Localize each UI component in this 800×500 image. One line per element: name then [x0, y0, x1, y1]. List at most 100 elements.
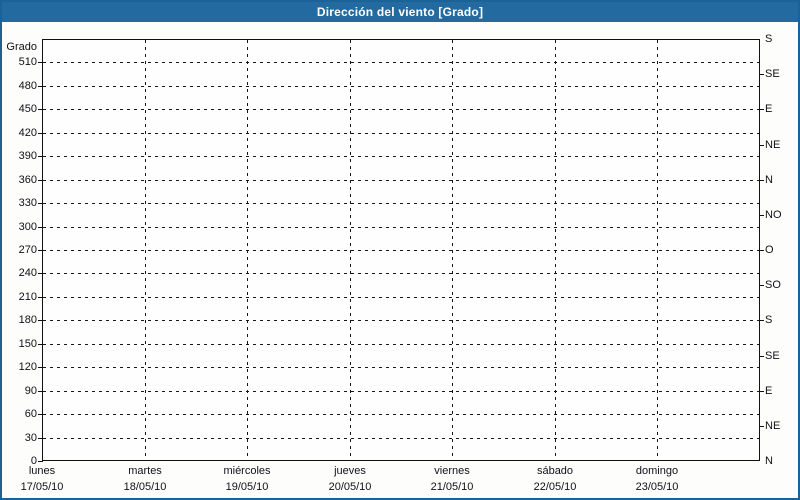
y-gridline [43, 438, 759, 439]
y-gridline [43, 414, 759, 415]
y-tick-label: 450 [2, 103, 37, 115]
x-date-label: 18/05/10 [124, 481, 167, 494]
compass-tick [759, 145, 764, 146]
compass-tick [759, 356, 764, 357]
x-gridline [555, 40, 556, 460]
y-gridline [43, 367, 759, 368]
y-axis-tick [38, 156, 43, 157]
y-axis-tick [38, 62, 43, 63]
y-tick-label: 390 [2, 150, 37, 162]
x-date-label: 23/05/10 [636, 481, 679, 494]
x-gridline [657, 40, 658, 460]
compass-label: SO [765, 279, 781, 291]
y-tick-label: 330 [2, 197, 37, 209]
compass-label: O [765, 244, 774, 256]
y-tick-label: 300 [2, 221, 37, 233]
y-tick-label: 480 [2, 80, 37, 92]
y-gridline [43, 297, 759, 298]
y-tick-label: 270 [2, 244, 37, 256]
y-gridline [43, 391, 759, 392]
y-gridline [43, 273, 759, 274]
compass-label: SE [765, 68, 780, 80]
y-tick-label: 180 [2, 314, 37, 326]
compass-label: E [765, 103, 772, 115]
x-date-label: 17/05/10 [21, 481, 64, 494]
y-tick-label: 420 [2, 127, 37, 139]
x-gridline [145, 40, 146, 460]
y-axis-tick [38, 180, 43, 181]
y-axis-tick [38, 109, 43, 110]
y-axis-tick [38, 86, 43, 87]
y-axis-tick [38, 414, 43, 415]
y-axis-tick [38, 227, 43, 228]
y-axis-tick [38, 344, 43, 345]
compass-tick [759, 391, 764, 392]
x-day-label: domingo [636, 465, 678, 478]
x-day-label: miércoles [223, 465, 270, 478]
y-gridline [43, 133, 759, 134]
x-date-label: 20/05/10 [329, 481, 372, 494]
y-axis-tick [38, 273, 43, 274]
compass-tick [759, 250, 764, 251]
y-gridline [43, 109, 759, 110]
x-gridline [247, 40, 248, 460]
y-gridline [43, 203, 759, 204]
y-tick-label: 360 [2, 174, 37, 186]
y-gridline [43, 320, 759, 321]
y-tick-label: 90 [2, 385, 37, 397]
y-axis-unit-label: Grado [2, 41, 37, 53]
y-axis-tick [38, 203, 43, 204]
y-tick-label: 210 [2, 291, 37, 303]
x-date-label: 21/05/10 [431, 481, 474, 494]
x-date-label: 19/05/10 [226, 481, 269, 494]
compass-label: E [765, 385, 772, 397]
compass-tick [759, 285, 764, 286]
x-day-label: viernes [434, 465, 469, 478]
compass-label: NE [765, 420, 780, 432]
y-gridline [43, 180, 759, 181]
compass-label: SE [765, 350, 780, 362]
compass-label: S [765, 33, 772, 45]
compass-label: N [765, 455, 773, 467]
y-gridline [43, 86, 759, 87]
y-axis-tick [38, 367, 43, 368]
compass-label: N [765, 174, 773, 186]
compass-label: S [765, 314, 772, 326]
title-bar: Dirección del viento [Grado] [2, 2, 798, 22]
y-axis-tick [38, 133, 43, 134]
y-axis-tick [38, 297, 43, 298]
y-axis-tick [38, 438, 43, 439]
compass-tick [759, 74, 764, 75]
x-day-label: martes [128, 465, 162, 478]
y-tick-label: 120 [2, 361, 37, 373]
x-day-label: lunes [29, 465, 55, 478]
y-axis-tick [38, 320, 43, 321]
x-gridline [452, 40, 453, 460]
x-day-label: sábado [537, 465, 573, 478]
y-axis-tick [38, 391, 43, 392]
y-tick-label: 240 [2, 267, 37, 279]
compass-tick [759, 215, 764, 216]
x-date-label: 22/05/10 [534, 481, 577, 494]
y-gridline [43, 156, 759, 157]
y-gridline [43, 344, 759, 345]
chart-title: Dirección del viento [Grado] [2, 2, 798, 22]
y-axis-tick [38, 461, 43, 462]
y-gridline [43, 227, 759, 228]
y-tick-label: 510 [2, 56, 37, 68]
compass-tick [759, 109, 764, 110]
compass-tick [759, 180, 764, 181]
x-gridline [350, 40, 351, 460]
compass-label: NE [765, 139, 780, 151]
compass-label: NO [765, 209, 782, 221]
x-day-label: jueves [334, 465, 366, 478]
compass-tick [759, 320, 764, 321]
y-gridline [43, 62, 759, 63]
y-axis-tick [38, 250, 43, 251]
y-gridline [43, 250, 759, 251]
y-tick-label: 30 [2, 432, 37, 444]
compass-tick [759, 426, 764, 427]
window-frame: Dirección del viento [Grado] Grado 03060… [0, 0, 800, 500]
y-tick-label: 150 [2, 338, 37, 350]
y-tick-label: 60 [2, 408, 37, 420]
